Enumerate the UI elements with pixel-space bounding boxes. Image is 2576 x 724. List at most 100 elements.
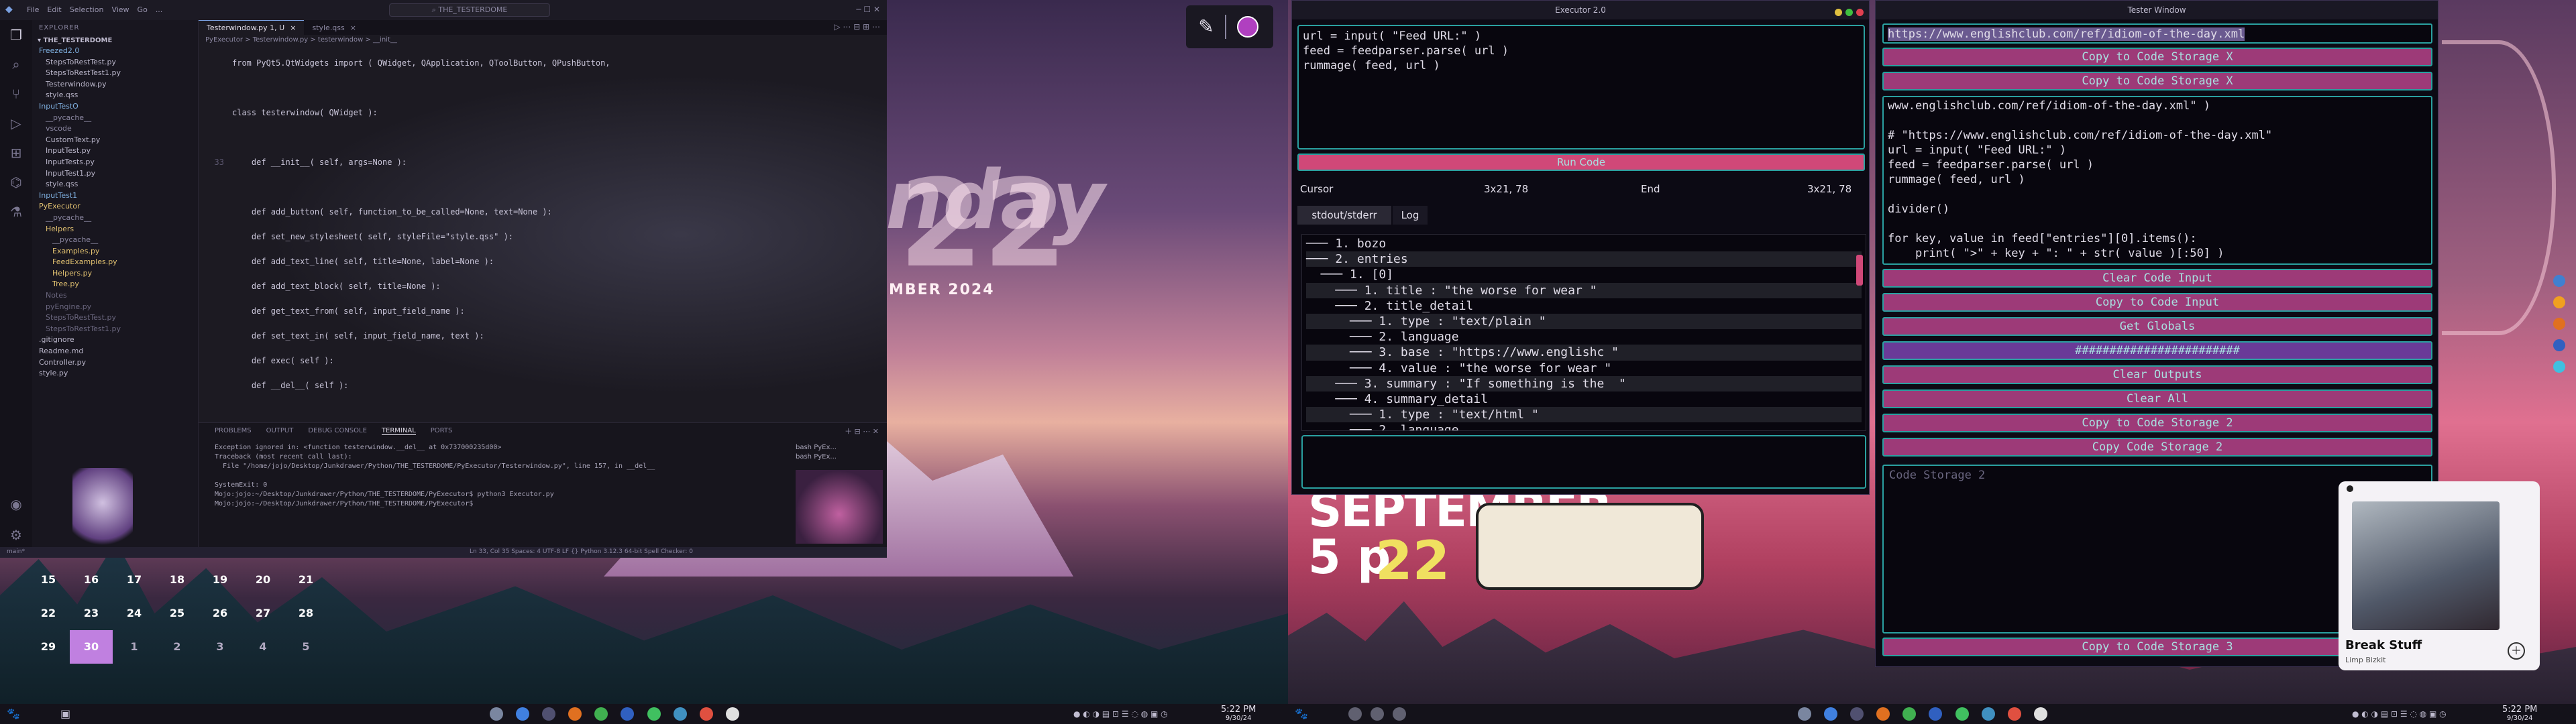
file-tree-item[interactable]: Helpers.py xyxy=(32,268,198,280)
spotify-icon[interactable] xyxy=(1955,707,1969,721)
tree-node[interactable]: ─── 1. [0] xyxy=(1306,267,1862,282)
files-app-icon[interactable] xyxy=(542,707,556,721)
file-tree-item[interactable]: Testerwindow.py xyxy=(32,79,198,90)
menu-item[interactable]: Edit xyxy=(47,5,61,14)
file-tree-item[interactable]: Helpers xyxy=(32,224,198,235)
remote-icon[interactable]: ⌬ xyxy=(0,168,32,197)
chrome-icon[interactable] xyxy=(1902,707,1917,721)
tester-button[interactable]: Clear All xyxy=(1882,389,2432,408)
minimize-icon[interactable] xyxy=(1834,9,1842,16)
system-tray[interactable]: ● ◐ ◑ ▤ ⊡ ☰ ◌ ◍ ▣ ◷ xyxy=(2352,709,2447,719)
tester-button[interactable]: ######################## xyxy=(1882,341,2432,360)
system-tray[interactable]: ● ◐ ◑ ▤ ⊡ ☰ ◌ ◍ ▣ ◷ xyxy=(1073,709,1168,719)
testing-icon[interactable]: ⚗ xyxy=(0,197,32,227)
color-swatch[interactable] xyxy=(1237,16,1258,38)
file-tree-item[interactable]: PyExecutor xyxy=(32,201,198,213)
calendar-day[interactable]: 15 xyxy=(27,563,70,597)
launcher-icon[interactable]: 🐾 xyxy=(1295,707,1308,720)
code-input[interactable]: url = input( "Feed URL:" ) feed = feedpar… xyxy=(1297,25,1865,149)
app-icon[interactable] xyxy=(2553,296,2565,308)
editor-tab[interactable]: style.qss × xyxy=(304,21,364,36)
tree-node[interactable]: ─── 4. summary_detail xyxy=(1306,391,1862,407)
file-tree-item[interactable]: StepsToRestTest1.py xyxy=(32,324,198,335)
network-icon[interactable] xyxy=(1824,707,1838,721)
code-editor[interactable]: from PyQt5.QtWidgets import ( QWidget, Q… xyxy=(199,51,887,398)
calendar-day[interactable]: 28 xyxy=(284,597,327,630)
file-tree-item[interactable]: InputTest1 xyxy=(32,190,198,202)
menu-item[interactable]: ... xyxy=(156,5,163,14)
tree-node[interactable]: ─── 1. type : "text/plain " xyxy=(1306,313,1862,330)
calendar-day[interactable]: 22 xyxy=(27,597,70,630)
source-control-icon[interactable]: ⑂ xyxy=(0,79,32,109)
maximize-icon[interactable] xyxy=(1845,9,1853,16)
tree-node[interactable]: ─── 2. title_detail xyxy=(1306,298,1862,314)
panel-tab[interactable]: DEBUG CONSOLE xyxy=(308,427,367,434)
file-tree-item[interactable]: InputTest.py xyxy=(32,145,198,157)
tester-button[interactable]: Get Globals xyxy=(1882,317,2432,336)
calendar-day[interactable]: 30 xyxy=(70,630,113,664)
run-code-button[interactable]: Run Code xyxy=(1297,154,1865,171)
files-app-icon[interactable] xyxy=(1850,707,1864,721)
x-icon[interactable] xyxy=(2033,707,2047,721)
calendar-day[interactable]: 16 xyxy=(70,563,113,597)
file-tree-item[interactable]: __pycache__ xyxy=(32,113,198,124)
terminal-instance[interactable]: bash PyEx... xyxy=(796,452,883,462)
output-scrollbar[interactable] xyxy=(1856,255,1863,286)
calendar-day[interactable]: 17 xyxy=(113,563,156,597)
chrome-icon[interactable] xyxy=(594,707,608,721)
project-root[interactable]: ▾ THE_TESTERDOME xyxy=(32,36,198,46)
python-icon[interactable] xyxy=(2553,275,2565,287)
workspace-icon[interactable] xyxy=(1371,707,1385,721)
x-icon[interactable] xyxy=(725,707,739,721)
file-tree-item[interactable]: pyEngine.py xyxy=(32,302,198,313)
launcher-icon[interactable]: 🐾 xyxy=(7,707,20,720)
output-tree[interactable]: ─── 1. bozo ─── 2. entries ─── 1. [0] ───… xyxy=(1301,234,1866,431)
file-tree-item[interactable]: Readme.md xyxy=(32,346,198,357)
tree-node[interactable]: ─── 3. base : "https://www.englishc " xyxy=(1306,345,1862,361)
firefox-icon[interactable] xyxy=(568,707,582,721)
menu-item[interactable]: View xyxy=(111,5,129,14)
terminal-instance[interactable]: bash PyEx... xyxy=(796,443,883,452)
tester-button[interactable]: Copy Code Storage 2 xyxy=(1882,438,2432,457)
calendar-day[interactable]: 23 xyxy=(70,597,113,630)
menu-item[interactable]: Go xyxy=(138,5,148,14)
file-tree-item[interactable]: Freezed2.0 xyxy=(32,46,198,57)
file-tree-item[interactable]: FeedExamples.py xyxy=(32,257,198,268)
file-tree-item[interactable]: InputTestO xyxy=(32,101,198,113)
spotify-icon[interactable] xyxy=(647,707,661,721)
editor-actions[interactable]: ▷ ⋯ ⊟ ⊞ ⋯ xyxy=(834,22,880,32)
extensions-icon[interactable]: ⊞ xyxy=(0,138,32,168)
steam-icon[interactable] xyxy=(673,707,687,721)
file-tree-item[interactable]: __pycache__ xyxy=(32,235,198,246)
tab-stdout[interactable]: stdout/stderr xyxy=(1297,206,1391,225)
calendar-day[interactable]: 29 xyxy=(27,630,70,664)
tree-node[interactable]: ─── 2. language xyxy=(1306,422,1862,430)
terminal-icon[interactable] xyxy=(2553,339,2565,351)
calendar-day[interactable]: 19 xyxy=(199,563,241,597)
close-icon[interactable] xyxy=(1856,9,1864,16)
tree-node[interactable]: ─── 2. entries xyxy=(1306,251,1862,267)
clock[interactable]: 5:22 PM 9/30/24 xyxy=(2502,705,2537,722)
calendar-day[interactable]: 1 xyxy=(113,630,156,664)
tree-node[interactable]: ─── 1. bozo xyxy=(1306,236,1862,251)
tester-button[interactable]: Copy to Code Storage 2 xyxy=(1882,414,2432,432)
panel-tab[interactable]: TERMINAL xyxy=(381,427,416,435)
window-controls[interactable]: ─ ☐ ✕ xyxy=(856,5,880,14)
calendar-day[interactable]: 18 xyxy=(156,563,199,597)
editor-icon[interactable] xyxy=(699,707,713,721)
search-icon[interactable]: ⌕ xyxy=(0,50,32,79)
vscode-icon[interactable] xyxy=(621,707,635,721)
panel-tab[interactable]: OUTPUT xyxy=(266,427,294,434)
calendar-day[interactable]: 25 xyxy=(156,597,199,630)
file-tree-item[interactable]: style.py xyxy=(32,368,198,379)
tools-icon[interactable] xyxy=(490,707,503,721)
panel-actions[interactable]: ＋ ⊟ ⋯ ✕ xyxy=(845,426,879,436)
workspace-icon[interactable] xyxy=(1348,707,1362,721)
panel-tab[interactable]: PROBLEMS xyxy=(215,427,252,434)
file-tree-item[interactable]: InputTests.py xyxy=(32,157,198,168)
file-tree-item[interactable]: StepsToRestTest1.py xyxy=(32,68,198,79)
file-manager-icon[interactable]: ▣ xyxy=(60,707,70,720)
calendar-day[interactable]: 4 xyxy=(241,630,284,664)
file-tree-item[interactable]: .gitignore xyxy=(32,335,198,346)
file-tree-item[interactable]: Controller.py xyxy=(32,357,198,369)
